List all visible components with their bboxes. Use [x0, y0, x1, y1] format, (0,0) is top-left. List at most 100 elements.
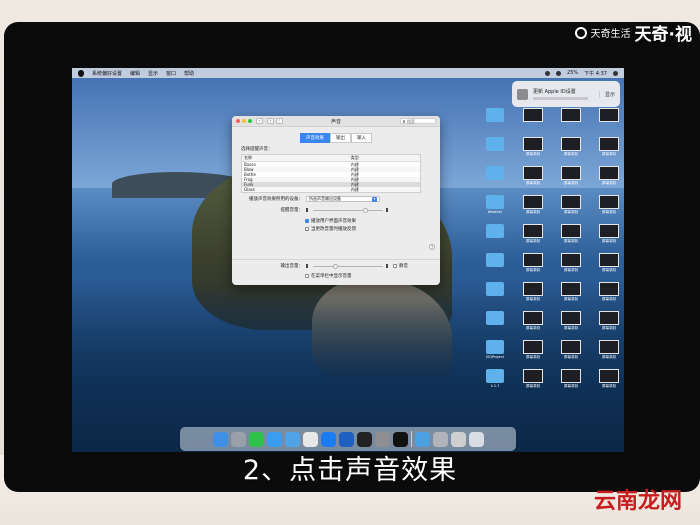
safari-icon[interactable] — [266, 431, 282, 447]
desktop-icon[interactable] — [478, 282, 512, 309]
menu-app-name[interactable]: 系统偏好设置 — [92, 70, 122, 77]
finder-icon[interactable] — [212, 431, 228, 447]
desktop-icon[interactable]: 屏幕录制 — [516, 253, 550, 280]
tab-sound-effects[interactable]: 声音效果 — [300, 133, 330, 143]
desktop-icon[interactable]: 屏幕录制 — [554, 340, 588, 367]
show-all-grid-icon[interactable]: ⋮ — [276, 118, 283, 124]
alert-volume-slider[interactable] — [313, 207, 383, 213]
desktop-icon[interactable] — [478, 166, 512, 193]
window-titlebar[interactable]: ‹ › ⋮ 声音 — [232, 116, 440, 127]
app-store-icon[interactable] — [320, 431, 336, 447]
airdrop-icon[interactable] — [432, 431, 448, 447]
file-thumbnail — [561, 282, 581, 296]
menu-clock[interactable]: 下午 4:37 — [584, 70, 607, 77]
column-type[interactable]: 类型 — [351, 155, 420, 161]
launchpad-icon[interactable] — [230, 431, 246, 447]
utility-icon[interactable] — [450, 431, 466, 447]
desktop-icon[interactable] — [478, 137, 512, 164]
desktop-icon[interactable]: 屏幕录制 — [516, 224, 550, 251]
desktop-icon[interactable]: 屏幕录制 — [592, 311, 624, 338]
forward-button[interactable]: › — [267, 118, 274, 124]
desktop-icon[interactable]: JSQProject — [478, 340, 512, 367]
desktop-icon[interactable]: 屏幕录制 — [592, 340, 624, 367]
apple-menu-icon[interactable] — [78, 69, 84, 77]
desktop-icon[interactable] — [516, 108, 550, 135]
slider-knob[interactable] — [333, 263, 338, 269]
play-device-select[interactable]: 所选声音输出设备 ▾ — [306, 196, 380, 202]
column-name[interactable]: 名称 — [242, 155, 351, 161]
desktop-icon[interactable]: 屏幕录制 — [592, 369, 624, 396]
desktop-icon-label: Weather — [487, 210, 503, 214]
desktop-icon[interactable]: 屏幕录制 — [516, 195, 550, 222]
trash-icon[interactable] — [468, 431, 484, 447]
desktop-icon[interactable]: 屏幕录制 — [592, 137, 624, 164]
search-input[interactable] — [407, 118, 435, 124]
status-icon[interactable] — [545, 70, 551, 76]
feedback-checkbox[interactable]: 当更改音量时播放反馈 — [305, 226, 356, 232]
wechat-icon[interactable] — [248, 431, 264, 447]
desktop-icon[interactable]: 屏幕录制 — [592, 195, 624, 222]
desktop-icon[interactable]: 屏幕录制 — [554, 253, 588, 280]
desktop-icon[interactable]: 屏幕录制 — [516, 282, 550, 309]
ui-sounds-checkbox[interactable]: 播放用户界面声音效果 — [305, 218, 356, 224]
battery-percent[interactable]: 25% — [567, 70, 578, 76]
output-volume-slider[interactable] — [313, 263, 383, 269]
desktop-icon[interactable]: 4.1.7 — [478, 369, 512, 396]
desktop-icon[interactable]: 屏幕录制 — [554, 311, 588, 338]
menu-help[interactable]: 帮助 — [184, 70, 194, 77]
zoom-button[interactable] — [248, 119, 252, 123]
checkbox-unchecked-icon[interactable] — [305, 274, 309, 278]
mail-icon[interactable] — [284, 431, 300, 447]
desktop-icon[interactable] — [592, 108, 624, 135]
menubar-volume-checkbox[interactable]: 在菜单栏中显示音量 — [305, 273, 352, 279]
terminal-icon[interactable] — [356, 431, 372, 447]
desktop-icon[interactable]: Weather — [478, 195, 512, 222]
desktop-icon[interactable]: 屏幕录制 — [554, 369, 588, 396]
search-field[interactable] — [400, 118, 436, 124]
quicktime-icon[interactable] — [414, 431, 430, 447]
folder-icon — [486, 195, 504, 209]
desktop-icon[interactable] — [478, 311, 512, 338]
desktop-icon[interactable]: 屏幕录制 — [554, 282, 588, 309]
tab-input[interactable]: 输入 — [351, 133, 372, 143]
desktop-icon[interactable]: 屏幕录制 — [516, 166, 550, 193]
desktop-icon[interactable]: 屏幕录制 — [516, 137, 550, 164]
minimize-button[interactable] — [242, 119, 246, 123]
menu-window[interactable]: 窗口 — [166, 70, 176, 77]
desktop-icon[interactable]: 屏幕录制 — [592, 166, 624, 193]
preview-icon[interactable] — [302, 431, 318, 447]
desktop-icon[interactable] — [554, 108, 588, 135]
desktop-icon[interactable]: 屏幕录制 — [592, 282, 624, 309]
notification-banner[interactable]: 更新 Apple ID设置 显示 — [512, 81, 620, 107]
wifi-icon[interactable] — [556, 70, 562, 76]
slider-knob[interactable] — [363, 207, 368, 213]
system-preferences-icon[interactable] — [374, 431, 390, 447]
notification-detail-button[interactable]: 显示 — [598, 90, 615, 98]
download-icon[interactable] — [338, 431, 354, 447]
desktop-icon[interactable]: 屏幕录制 — [554, 224, 588, 251]
desktop-icon[interactable]: 屏幕录制 — [554, 137, 588, 164]
desktop-icon[interactable]: 屏幕录制 — [592, 224, 624, 251]
checkbox-unchecked-icon[interactable] — [305, 227, 309, 231]
help-icon[interactable]: ? — [429, 244, 435, 250]
desktop-icon[interactable]: 屏幕录制 — [592, 253, 624, 280]
mute-checkbox[interactable]: 静音 — [393, 263, 408, 269]
checkbox-checked-icon[interactable] — [305, 219, 309, 223]
tab-output[interactable]: 输出 — [330, 133, 351, 143]
desktop-icon[interactable]: 屏幕录制 — [516, 369, 550, 396]
qq-icon[interactable] — [392, 431, 408, 447]
desktop-icon[interactable]: 屏幕录制 — [516, 311, 550, 338]
checkbox-unchecked-icon[interactable] — [393, 264, 397, 268]
menu-edit[interactable]: 编辑 — [130, 70, 140, 77]
desktop-icon[interactable]: 屏幕录制 — [516, 340, 550, 367]
desktop-icon[interactable]: 屏幕录制 — [554, 195, 588, 222]
desktop-icon[interactable]: 屏幕录制 — [554, 166, 588, 193]
desktop-icon[interactable] — [478, 224, 512, 251]
back-button[interactable]: ‹ — [256, 118, 263, 124]
desktop-icon[interactable] — [478, 108, 512, 135]
desktop-icon[interactable] — [478, 253, 512, 280]
search-icon[interactable] — [613, 70, 618, 76]
menu-view[interactable]: 显示 — [148, 70, 158, 77]
table-row[interactable]: Glass 内建 — [242, 187, 420, 192]
close-button[interactable] — [236, 119, 240, 123]
